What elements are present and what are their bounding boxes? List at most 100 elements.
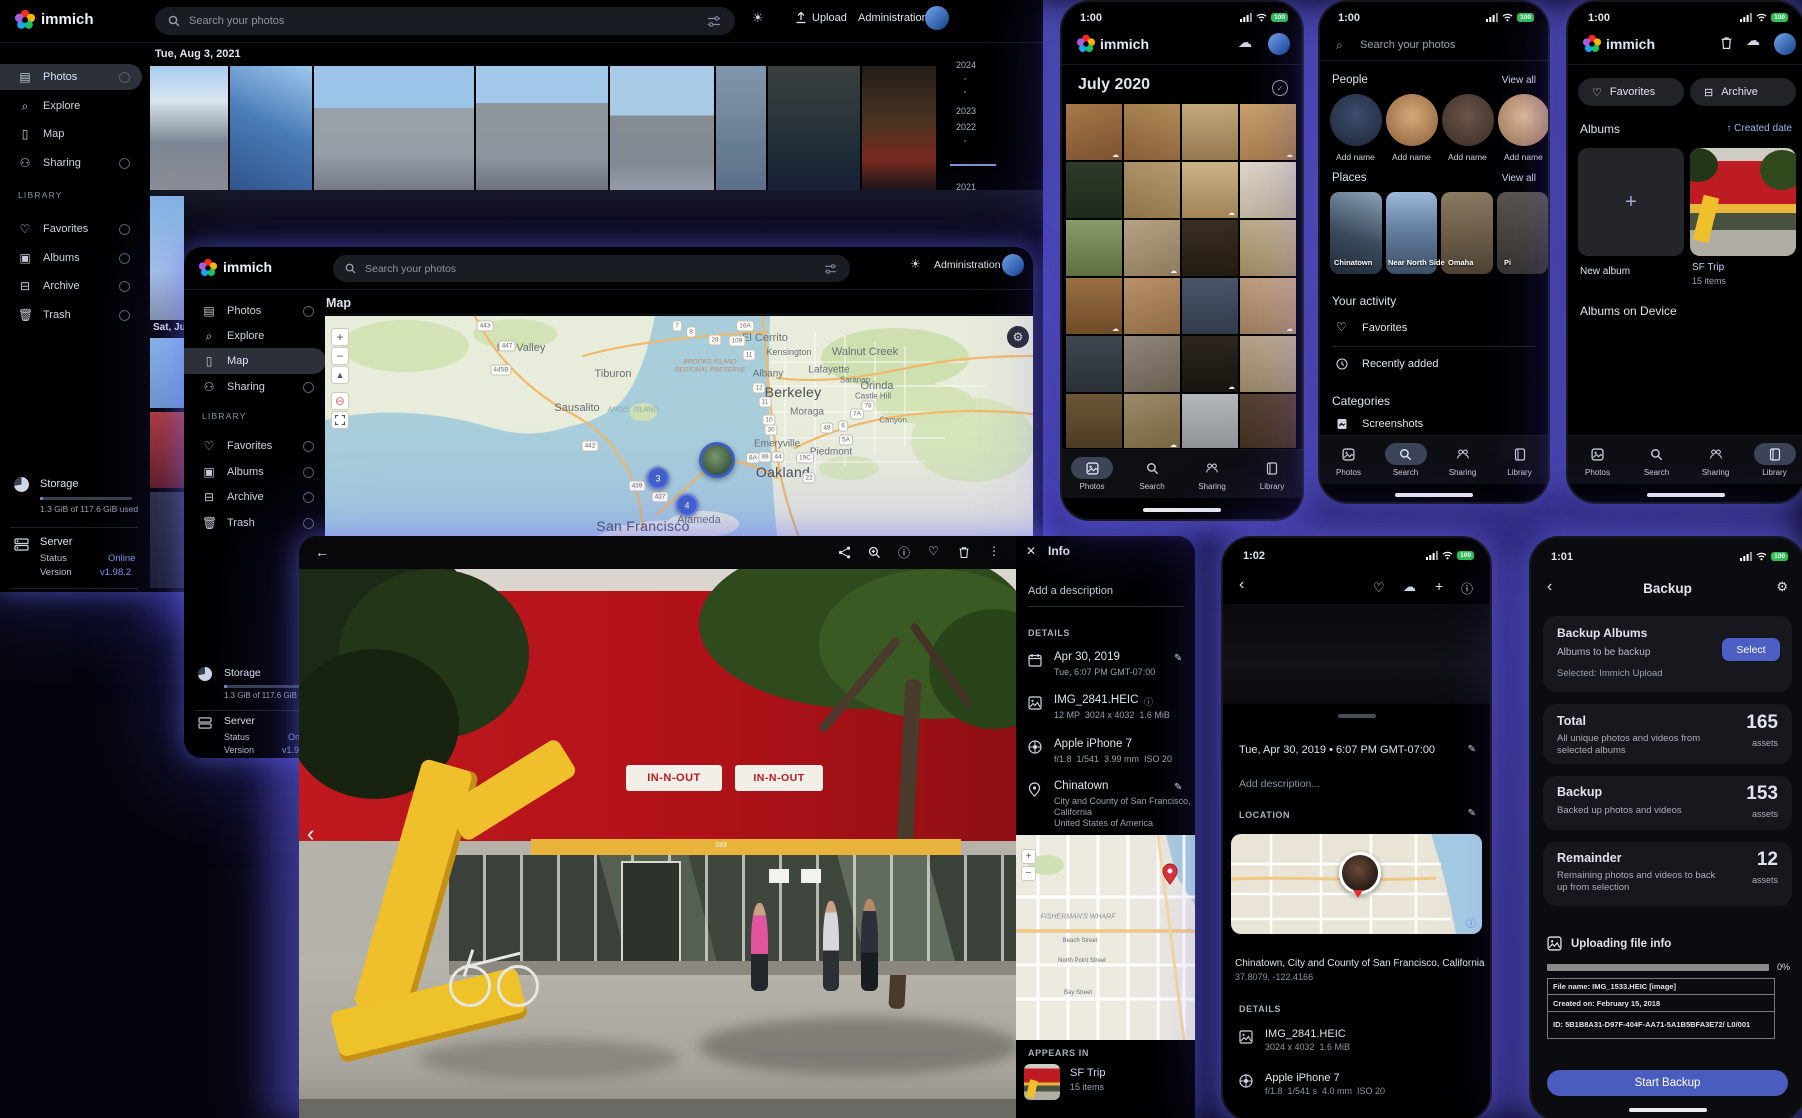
filter-icon[interactable] bbox=[707, 16, 721, 27]
photo-thumbnail[interactable] bbox=[150, 338, 184, 408]
zoom-icon[interactable] bbox=[868, 546, 881, 559]
trash-icon[interactable] bbox=[1720, 36, 1733, 50]
edit-location-pencil-icon[interactable]: ✎ bbox=[1174, 782, 1182, 793]
edit-location-pencil-icon[interactable]: ✎ bbox=[1468, 808, 1476, 819]
photo-thumbnail[interactable] bbox=[1066, 336, 1122, 392]
trash-icon[interactable] bbox=[958, 546, 970, 559]
file-info-icon[interactable]: ⓘ bbox=[1144, 695, 1153, 708]
map-cluster-marker[interactable]: 4 bbox=[676, 494, 699, 517]
photo-thumbnail[interactable] bbox=[1066, 104, 1122, 160]
start-backup-button[interactable]: Start Backup bbox=[1547, 1070, 1788, 1096]
scrubber-year[interactable]: 2024 bbox=[956, 60, 976, 70]
add-name-label[interactable]: Add name bbox=[1504, 152, 1543, 162]
photo-thumbnail[interactable] bbox=[1386, 94, 1438, 146]
photo-thumbnail[interactable] bbox=[1182, 336, 1238, 392]
photo-thumbnail[interactable] bbox=[1182, 394, 1238, 448]
sidebar-item-photos[interactable]: ▤Photos bbox=[184, 298, 326, 324]
people-view-all-link[interactable]: View all bbox=[1502, 75, 1536, 86]
photo-thumbnail[interactable] bbox=[1124, 104, 1180, 160]
nav-search[interactable]: Search bbox=[1631, 443, 1683, 477]
sidebar-item-map[interactable]: ▯Map bbox=[184, 348, 326, 374]
nav-photos[interactable]: Photos bbox=[1572, 443, 1624, 477]
recently-added-item[interactable]: Recently added bbox=[1362, 358, 1438, 370]
photo-thumbnail[interactable] bbox=[1124, 220, 1180, 276]
plus-icon[interactable]: + bbox=[1435, 578, 1443, 594]
photo-thumbnail[interactable] bbox=[1066, 162, 1122, 218]
gear-icon[interactable]: ⚙ bbox=[1776, 579, 1788, 595]
map-zoom-out-button[interactable]: − bbox=[1021, 866, 1036, 881]
location-map[interactable]: ⓘ bbox=[1231, 834, 1482, 934]
map-zoom-in-button[interactable]: + bbox=[331, 328, 349, 346]
photo-thumbnail[interactable] bbox=[1124, 336, 1180, 392]
photo-thumbnail[interactable] bbox=[1240, 336, 1296, 392]
nav-photos[interactable]: Photos bbox=[1066, 457, 1118, 491]
sidebar-item-albums[interactable]: ▣Albums bbox=[184, 459, 326, 485]
sidebar-item-albums[interactable]: ▣Albums bbox=[0, 245, 142, 271]
edit-date-pencil-icon[interactable]: ✎ bbox=[1174, 653, 1182, 664]
description-input[interactable]: Add a description bbox=[1028, 585, 1113, 597]
administration-link[interactable]: Administration bbox=[858, 12, 928, 24]
immich-logo-icon[interactable] bbox=[198, 258, 218, 278]
favorite-icon[interactable]: ♡ bbox=[928, 544, 939, 558]
nav-photos[interactable]: Photos bbox=[1323, 443, 1375, 477]
sidebar-item-sharing[interactable]: ⚇Sharing bbox=[184, 374, 326, 400]
map-compass-button[interactable]: ▲ bbox=[331, 366, 349, 384]
map-hide-markers-button[interactable]: ⊘ bbox=[331, 392, 349, 410]
add-name-label[interactable]: Add name bbox=[1448, 152, 1487, 162]
photo-thumbnail[interactable] bbox=[476, 66, 608, 190]
sidebar-item-sharing[interactable]: ⚇Sharing bbox=[0, 150, 142, 176]
photo-thumbnail[interactable] bbox=[1498, 94, 1550, 146]
scrubber-year[interactable]: 2022 bbox=[956, 122, 976, 132]
photo-thumbnail[interactable] bbox=[768, 66, 860, 190]
favorite-icon[interactable]: ♡ bbox=[1373, 580, 1385, 596]
theme-toggle-icon[interactable]: ☀ bbox=[752, 10, 764, 26]
place-name[interactable]: Pi bbox=[1504, 258, 1511, 267]
map-fullscreen-button[interactable] bbox=[331, 411, 349, 429]
favorites-button[interactable]: ♡Favorites bbox=[1578, 78, 1684, 106]
sidebar-item-map[interactable]: ▯Map bbox=[0, 121, 142, 147]
scrubber-year[interactable]: 2021 bbox=[956, 182, 976, 192]
previous-photo-button[interactable]: ‹ bbox=[307, 821, 314, 847]
new-album-tile[interactable]: + bbox=[1578, 148, 1684, 256]
sidebar-item-archive[interactable]: ⊟Archive bbox=[184, 484, 326, 510]
photo-preview[interactable] bbox=[1223, 604, 1490, 704]
back-icon[interactable]: ‹ bbox=[1547, 578, 1552, 596]
photo-thumbnail[interactable] bbox=[1182, 220, 1238, 276]
map-settings-gear-icon[interactable]: ⚙ bbox=[1007, 326, 1029, 348]
archive-button[interactable]: ⊟Archive bbox=[1690, 78, 1796, 106]
photo-thumbnail[interactable] bbox=[1240, 394, 1296, 448]
place-name[interactable]: Near North Side bbox=[1388, 258, 1445, 267]
photo-thumbnail[interactable] bbox=[1124, 162, 1180, 218]
photo-thumbnail[interactable] bbox=[1240, 278, 1296, 334]
photo-thumbnail[interactable] bbox=[1240, 162, 1296, 218]
photo-thumbnail[interactable] bbox=[1240, 104, 1296, 160]
photo-thumbnail[interactable] bbox=[1330, 94, 1382, 146]
photo-thumbnail[interactable] bbox=[314, 66, 474, 190]
description-input[interactable]: Add description... bbox=[1239, 778, 1320, 790]
add-name-label[interactable]: Add name bbox=[1336, 152, 1375, 162]
search-input[interactable]: Search your photos bbox=[333, 255, 850, 282]
sidebar-item-explore[interactable]: ⌕Explore bbox=[184, 323, 326, 349]
photo-thumbnail[interactable] bbox=[716, 66, 766, 190]
photo-thumbnail[interactable] bbox=[1066, 394, 1122, 448]
photo-thumbnail[interactable] bbox=[150, 66, 228, 190]
edit-date-pencil-icon[interactable]: ✎ bbox=[1468, 744, 1476, 755]
place-name[interactable]: Chinatown bbox=[1334, 258, 1372, 267]
avatar[interactable] bbox=[1268, 33, 1290, 55]
nav-sharing[interactable]: Sharing bbox=[1690, 443, 1742, 477]
info-icon[interactable]: ⓘ bbox=[898, 544, 910, 561]
sidebar-item-explore[interactable]: ⌕Explore bbox=[0, 93, 142, 119]
photo-thumbnail[interactable] bbox=[1124, 278, 1180, 334]
administration-link[interactable]: Administration bbox=[934, 259, 1001, 271]
scrubber-year[interactable]: 2023 bbox=[956, 106, 976, 116]
select-all-check-icon[interactable]: ✓ bbox=[1272, 80, 1288, 96]
immich-logo-icon[interactable] bbox=[14, 9, 36, 31]
album-thumbnail[interactable] bbox=[1024, 1064, 1060, 1100]
sidebar-item-archive[interactable]: ⊟Archive bbox=[0, 273, 142, 299]
add-name-label[interactable]: Add name bbox=[1392, 152, 1431, 162]
share-icon[interactable] bbox=[838, 546, 851, 559]
upload-cloud-icon[interactable]: ☁↑ bbox=[1403, 579, 1416, 595]
photo-thumbnail[interactable] bbox=[150, 492, 184, 588]
upload-button[interactable]: Upload bbox=[812, 12, 847, 24]
favorites-item[interactable]: Favorites bbox=[1362, 322, 1407, 334]
